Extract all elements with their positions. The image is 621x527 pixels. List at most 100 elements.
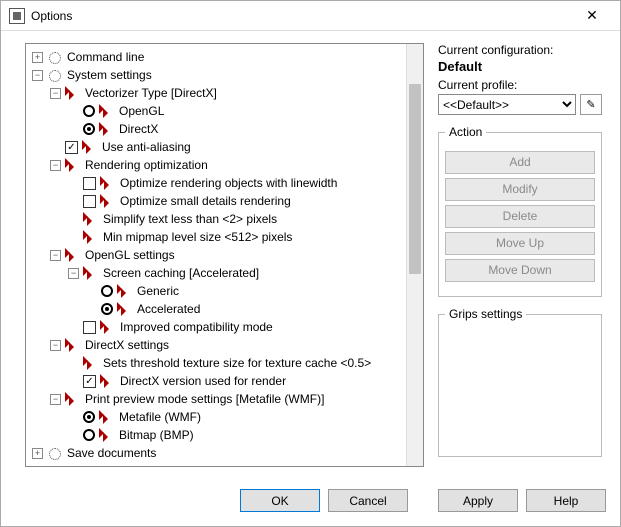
- check-improved-compat[interactable]: Improved compatibility mode: [32, 318, 406, 336]
- arrows-icon: [99, 104, 115, 118]
- content-area: + Command line − System settings − Vecto…: [1, 31, 620, 479]
- node-undo-settings[interactable]: + Undo command settings: [32, 462, 406, 466]
- spacer: [68, 358, 79, 369]
- arrows-icon: [65, 248, 81, 262]
- arrows-icon: [100, 194, 116, 208]
- node-label: Optimize rendering objects with linewidt…: [120, 176, 337, 190]
- node-label: Bitmap (BMP): [119, 428, 194, 442]
- arrows-icon: [99, 428, 115, 442]
- arrows-icon: [117, 302, 133, 316]
- node-opengl-settings[interactable]: − OpenGL settings: [32, 246, 406, 264]
- node-texture-threshold[interactable]: Sets threshold texture size for texture …: [32, 354, 406, 372]
- arrows-icon: [99, 122, 115, 136]
- node-print-preview[interactable]: − Print preview mode settings [Metafile …: [32, 390, 406, 408]
- checkbox-icon[interactable]: [83, 195, 96, 208]
- spacer: [86, 304, 97, 315]
- current-config-value: Default: [438, 59, 602, 74]
- move-down-button[interactable]: Move Down: [445, 259, 595, 282]
- collapse-icon[interactable]: −: [50, 88, 61, 99]
- delete-button[interactable]: Delete: [445, 205, 595, 228]
- spacer: [68, 196, 79, 207]
- node-label: Undo command settings: [67, 464, 196, 466]
- grips-settings-group: Grips settings: [438, 307, 602, 457]
- current-profile-label: Current profile:: [438, 78, 602, 92]
- radio-generic[interactable]: Generic: [32, 282, 406, 300]
- check-optimize-small[interactable]: Optimize small details rendering: [32, 192, 406, 210]
- node-label: Generic: [137, 284, 179, 298]
- arrows-icon: [117, 284, 133, 298]
- settings-tree[interactable]: + Command line − System settings − Vecto…: [26, 44, 406, 466]
- radio-icon[interactable]: [83, 105, 95, 117]
- collapse-icon[interactable]: −: [68, 268, 79, 279]
- checkbox-icon[interactable]: [83, 321, 96, 334]
- node-label: Optimize small details rendering: [120, 194, 291, 208]
- check-optimize-linewidth[interactable]: Optimize rendering objects with linewidt…: [32, 174, 406, 192]
- radio-icon[interactable]: [83, 123, 95, 135]
- gear-icon: [47, 68, 63, 82]
- node-simplify-text[interactable]: Simplify text less than <2> pixels: [32, 210, 406, 228]
- close-icon[interactable]: ✕: [572, 7, 612, 24]
- arrows-icon: [65, 86, 81, 100]
- node-min-mipmap[interactable]: Min mipmap level size <512> pixels: [32, 228, 406, 246]
- radio-icon[interactable]: [83, 429, 95, 441]
- radio-directx[interactable]: DirectX: [32, 120, 406, 138]
- radio-icon[interactable]: [83, 411, 95, 423]
- node-save-documents[interactable]: + Save documents: [32, 444, 406, 462]
- node-rendering-optimization[interactable]: − Rendering optimization: [32, 156, 406, 174]
- arrows-icon: [83, 230, 99, 244]
- spacer: [50, 142, 61, 153]
- modify-button[interactable]: Modify: [445, 178, 595, 201]
- ok-button[interactable]: OK: [240, 489, 320, 512]
- checkbox-icon[interactable]: ✓: [83, 375, 96, 388]
- radio-opengl[interactable]: OpenGL: [32, 102, 406, 120]
- node-label: Command line: [67, 50, 144, 64]
- node-screen-caching[interactable]: − Screen caching [Accelerated]: [32, 264, 406, 282]
- move-up-button[interactable]: Move Up: [445, 232, 595, 255]
- collapse-icon[interactable]: −: [50, 160, 61, 171]
- radio-accelerated[interactable]: Accelerated: [32, 300, 406, 318]
- node-directx-settings[interactable]: − DirectX settings: [32, 336, 406, 354]
- edit-profile-button[interactable]: ✎: [580, 94, 602, 115]
- add-button[interactable]: Add: [445, 151, 595, 174]
- window-title: Options: [31, 9, 572, 23]
- collapse-icon[interactable]: −: [50, 340, 61, 351]
- check-use-anti-aliasing[interactable]: ✓ Use anti-aliasing: [32, 138, 406, 156]
- radio-icon[interactable]: [101, 285, 113, 297]
- check-dx-version[interactable]: ✓ DirectX version used for render: [32, 372, 406, 390]
- help-button[interactable]: Help: [526, 489, 606, 512]
- node-label: Sets threshold texture size for texture …: [103, 356, 371, 370]
- spacer: [68, 430, 79, 441]
- spacer: [68, 322, 79, 333]
- collapse-icon[interactable]: −: [32, 70, 43, 81]
- gear-icon: [47, 50, 63, 64]
- checkbox-icon[interactable]: [83, 177, 96, 190]
- node-label: System settings: [67, 68, 152, 82]
- radio-metafile[interactable]: Metafile (WMF): [32, 408, 406, 426]
- expand-icon[interactable]: +: [32, 52, 43, 63]
- radio-icon[interactable]: [101, 303, 113, 315]
- apply-button[interactable]: Apply: [438, 489, 518, 512]
- tree-scrollbar[interactable]: [406, 44, 423, 466]
- collapse-icon[interactable]: −: [50, 394, 61, 405]
- action-group: Action Add Modify Delete Move Up Move Do…: [438, 125, 602, 297]
- checkbox-icon[interactable]: ✓: [65, 141, 78, 154]
- node-system-settings[interactable]: − System settings: [32, 66, 406, 84]
- arrows-icon: [83, 212, 99, 226]
- expand-icon[interactable]: +: [32, 466, 43, 467]
- arrows-icon: [65, 338, 81, 352]
- scrollbar-thumb[interactable]: [409, 84, 421, 274]
- profile-select[interactable]: <<Default>>: [438, 94, 576, 115]
- spacer: [68, 214, 79, 225]
- node-label: DirectX version used for render: [120, 374, 286, 388]
- spacer: [68, 412, 79, 423]
- gear-icon: [47, 446, 63, 460]
- dialog-buttons: OK Cancel Apply Help: [1, 479, 620, 526]
- cancel-button[interactable]: Cancel: [328, 489, 408, 512]
- node-vectorizer-type[interactable]: − Vectorizer Type [DirectX]: [32, 84, 406, 102]
- expand-icon[interactable]: +: [32, 448, 43, 459]
- node-command-line[interactable]: + Command line: [32, 48, 406, 66]
- grips-legend: Grips settings: [445, 307, 526, 321]
- collapse-icon[interactable]: −: [50, 250, 61, 261]
- radio-bitmap[interactable]: Bitmap (BMP): [32, 426, 406, 444]
- spacer: [68, 376, 79, 387]
